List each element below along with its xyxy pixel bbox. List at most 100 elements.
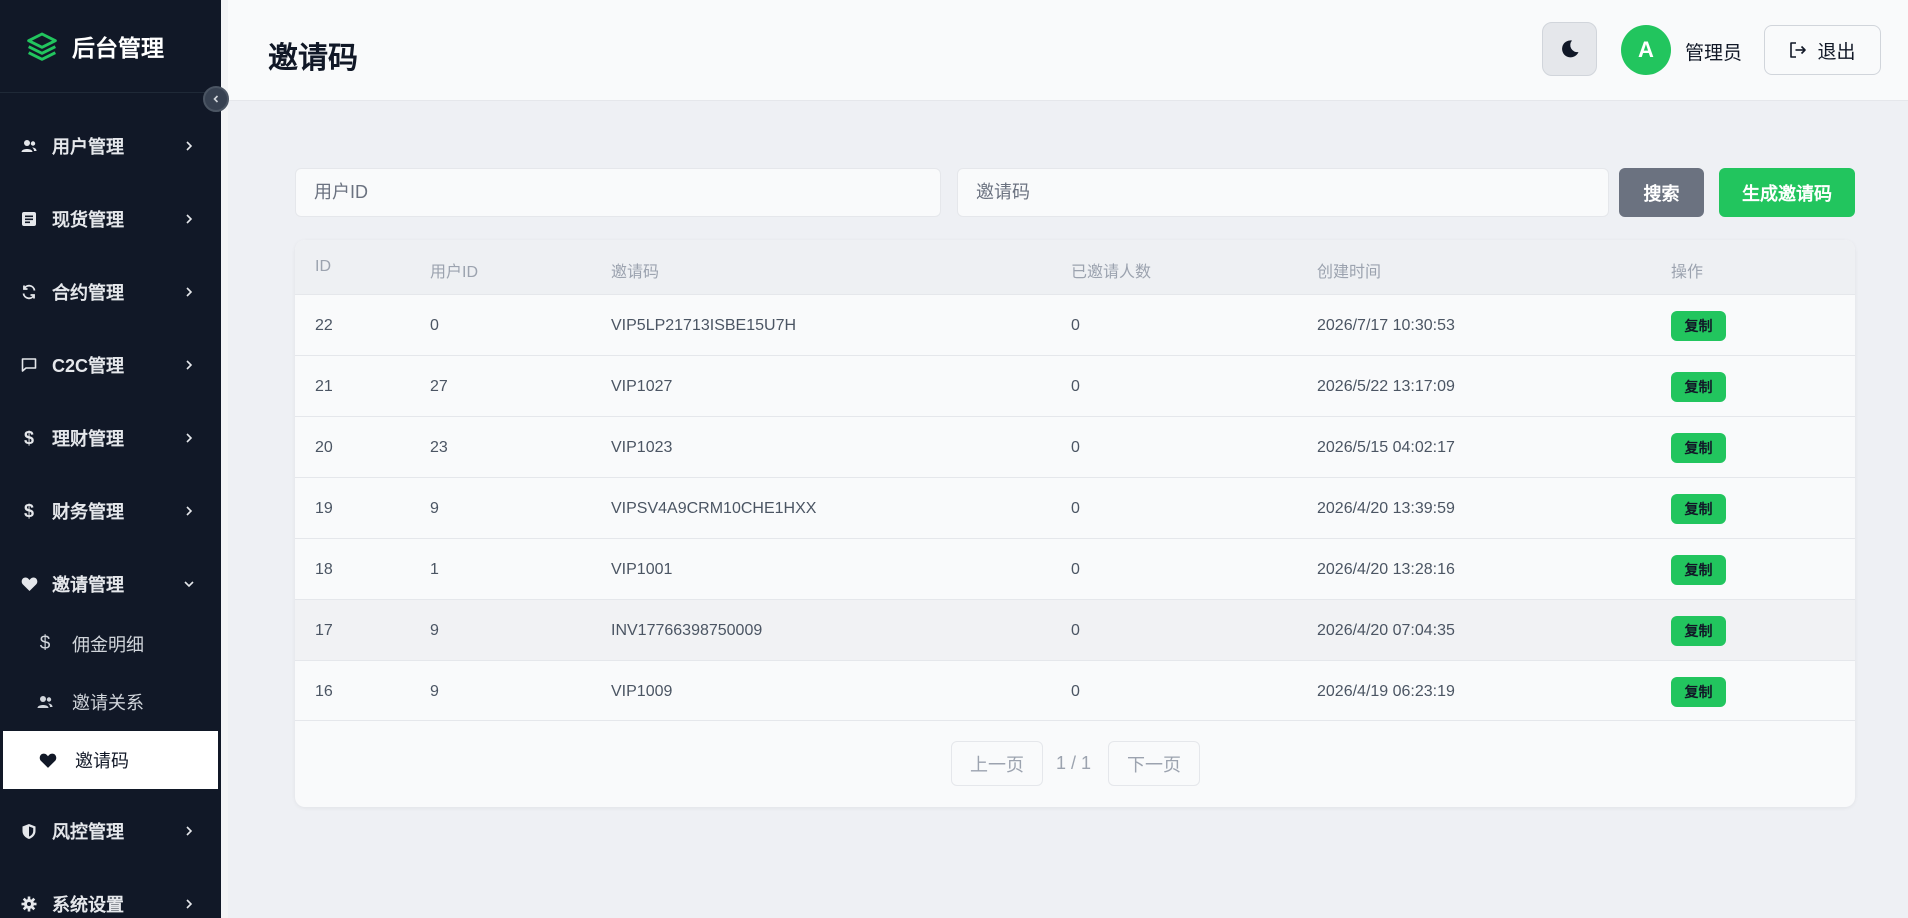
theme-toggle-button[interactable] [1542, 22, 1597, 76]
column-header: 创建时间 [1317, 264, 1382, 281]
cell-user-id: 23 [430, 439, 448, 456]
sidebar-subitem-label: 佣金明细 [72, 635, 144, 655]
cell-created: 2026/4/20 13:39:59 [1317, 500, 1455, 517]
column-header: 用户ID [430, 264, 479, 281]
cell-id: 17 [315, 622, 333, 639]
copy-button[interactable]: 复制 [1671, 616, 1726, 646]
cell-id: 18 [315, 561, 333, 578]
sidebar-subitem-commission[interactable]: $ 佣金明细 [0, 615, 218, 673]
cell-invited: 0 [1071, 500, 1080, 517]
chevron-right-icon [186, 899, 193, 909]
cell-id: 20 [315, 439, 333, 456]
cell-id: 22 [315, 317, 333, 334]
cell-invited: 0 [1071, 378, 1080, 395]
invite-code-table: ID 用户ID 邀请码 已邀请人数 创建时间 操作 22 0 VIP5LP217… [295, 240, 1855, 807]
table-row: 20 23 VIP1023 0 2026/5/15 04:02:17 复制 [295, 416, 1855, 477]
chevron-down-icon [184, 581, 194, 588]
brand-title: 后台管理 [72, 35, 164, 61]
sidebar-item-label: 风控管理 [52, 822, 124, 842]
user-id-input[interactable] [295, 168, 941, 217]
cell-code: VIP1001 [611, 561, 673, 578]
sidebar-item-contract[interactable]: 合约管理 [0, 268, 218, 316]
generate-code-button[interactable]: 生成邀请码 [1719, 168, 1855, 217]
header: 邀请码 A 管理员 退出 [228, 0, 1908, 101]
page-indicator: 1 / 1 [1056, 753, 1092, 773]
column-header: 邀请码 [611, 264, 660, 281]
prev-page-button[interactable]: 上一页 [951, 741, 1043, 786]
sidebar-subitem-invite-code[interactable]: 邀请码 [3, 731, 218, 789]
copy-button[interactable]: 复制 [1671, 433, 1726, 463]
column-header: ID [315, 258, 331, 275]
chevron-right-icon [186, 287, 193, 297]
heart-icon [20, 575, 38, 593]
invite-code-input[interactable] [957, 168, 1609, 217]
copy-button[interactable]: 复制 [1671, 555, 1726, 585]
chevron-right-icon [186, 360, 193, 370]
cell-user-id: 9 [430, 500, 439, 517]
sidebar-item-risk[interactable]: 风控管理 [0, 807, 218, 855]
cell-code: VIP5LP21713ISBE15U7H [611, 317, 797, 334]
copy-button[interactable]: 复制 [1671, 311, 1726, 341]
next-page-button[interactable]: 下一页 [1108, 741, 1200, 786]
cell-invited: 0 [1071, 622, 1080, 639]
cell-user-id: 9 [430, 683, 439, 700]
cell-created: 2026/5/22 13:17:09 [1317, 378, 1455, 395]
cell-code: VIP1023 [611, 439, 673, 456]
table-row: 22 0 VIP5LP21713ISBE15U7H 0 2026/7/17 10… [295, 294, 1855, 355]
sidebar-item-invite[interactable]: 邀请管理 [0, 560, 218, 608]
cell-created: 2026/4/20 13:28:16 [1317, 561, 1455, 578]
sidebar-item-label: 用户管理 [52, 137, 124, 157]
cell-invited: 0 [1071, 561, 1080, 578]
column-header: 已邀请人数 [1071, 264, 1152, 281]
chevron-left-icon [213, 95, 219, 103]
cell-invited: 0 [1071, 683, 1080, 700]
sidebar-item-users[interactable]: 用户管理 [0, 122, 218, 170]
collapse-sidebar-button[interactable] [203, 86, 229, 112]
refresh-icon [20, 283, 38, 301]
sidebar-item-finance[interactable]: $ 财务管理 [0, 487, 218, 535]
pagination-divider [295, 720, 1855, 721]
cell-user-id: 9 [430, 622, 439, 639]
cell-id: 21 [315, 378, 333, 395]
table-row: 16 9 VIP1009 0 2026/4/19 06:23:19 复制 [295, 660, 1855, 721]
logout-label: 退出 [1817, 41, 1856, 63]
chevron-right-icon [186, 214, 193, 224]
cell-user-id: 27 [430, 378, 448, 395]
avatar[interactable]: A [1621, 25, 1671, 75]
gear-icon [20, 895, 38, 913]
dollar-icon: $ [39, 633, 51, 654]
users-icon [20, 137, 38, 155]
cell-user-id: 1 [430, 561, 439, 578]
chevron-right-icon [186, 433, 193, 443]
copy-button[interactable]: 复制 [1671, 494, 1726, 524]
copy-button[interactable]: 复制 [1671, 677, 1726, 707]
cell-created: 2026/7/17 10:30:53 [1317, 317, 1455, 334]
sidebar-item-wealth[interactable]: $ 理财管理 [0, 414, 218, 462]
shield-icon [20, 822, 38, 840]
logout-button[interactable]: 退出 [1764, 25, 1881, 75]
table-row: 21 27 VIP1027 0 2026/5/22 13:17:09 复制 [295, 355, 1855, 416]
sidebar-subitem-relations[interactable]: 邀请关系 [0, 673, 218, 731]
list-icon [20, 210, 38, 228]
sidebar-item-c2c[interactable]: C2C管理 [0, 341, 218, 389]
moon-icon [1561, 40, 1578, 58]
column-header: 操作 [1671, 264, 1704, 281]
chevron-right-icon [186, 141, 193, 151]
sidebar-item-label: 合约管理 [52, 283, 124, 303]
sidebar-item-label: 财务管理 [52, 502, 124, 522]
users-icon [36, 693, 54, 711]
dollar-icon: $ [23, 427, 34, 448]
sidebar-item-settings[interactable]: 系统设置 [0, 880, 218, 918]
sidebar-subitem-label: 邀请关系 [72, 693, 144, 713]
heart-icon [39, 751, 57, 769]
logout-icon [1790, 42, 1807, 58]
cell-created: 2026/5/15 04:02:17 [1317, 439, 1455, 456]
brand[interactable]: 后台管理 [0, 0, 218, 93]
sidebar-item-spot[interactable]: 现货管理 [0, 195, 218, 243]
sidebar-item-label: C2C管理 [52, 356, 125, 376]
search-button[interactable]: 搜索 [1619, 168, 1704, 217]
cell-user-id: 0 [430, 317, 439, 334]
sidebar-item-label: 邀请管理 [52, 575, 124, 595]
sidebar-subitem-label: 邀请码 [75, 751, 129, 771]
copy-button[interactable]: 复制 [1671, 372, 1726, 402]
